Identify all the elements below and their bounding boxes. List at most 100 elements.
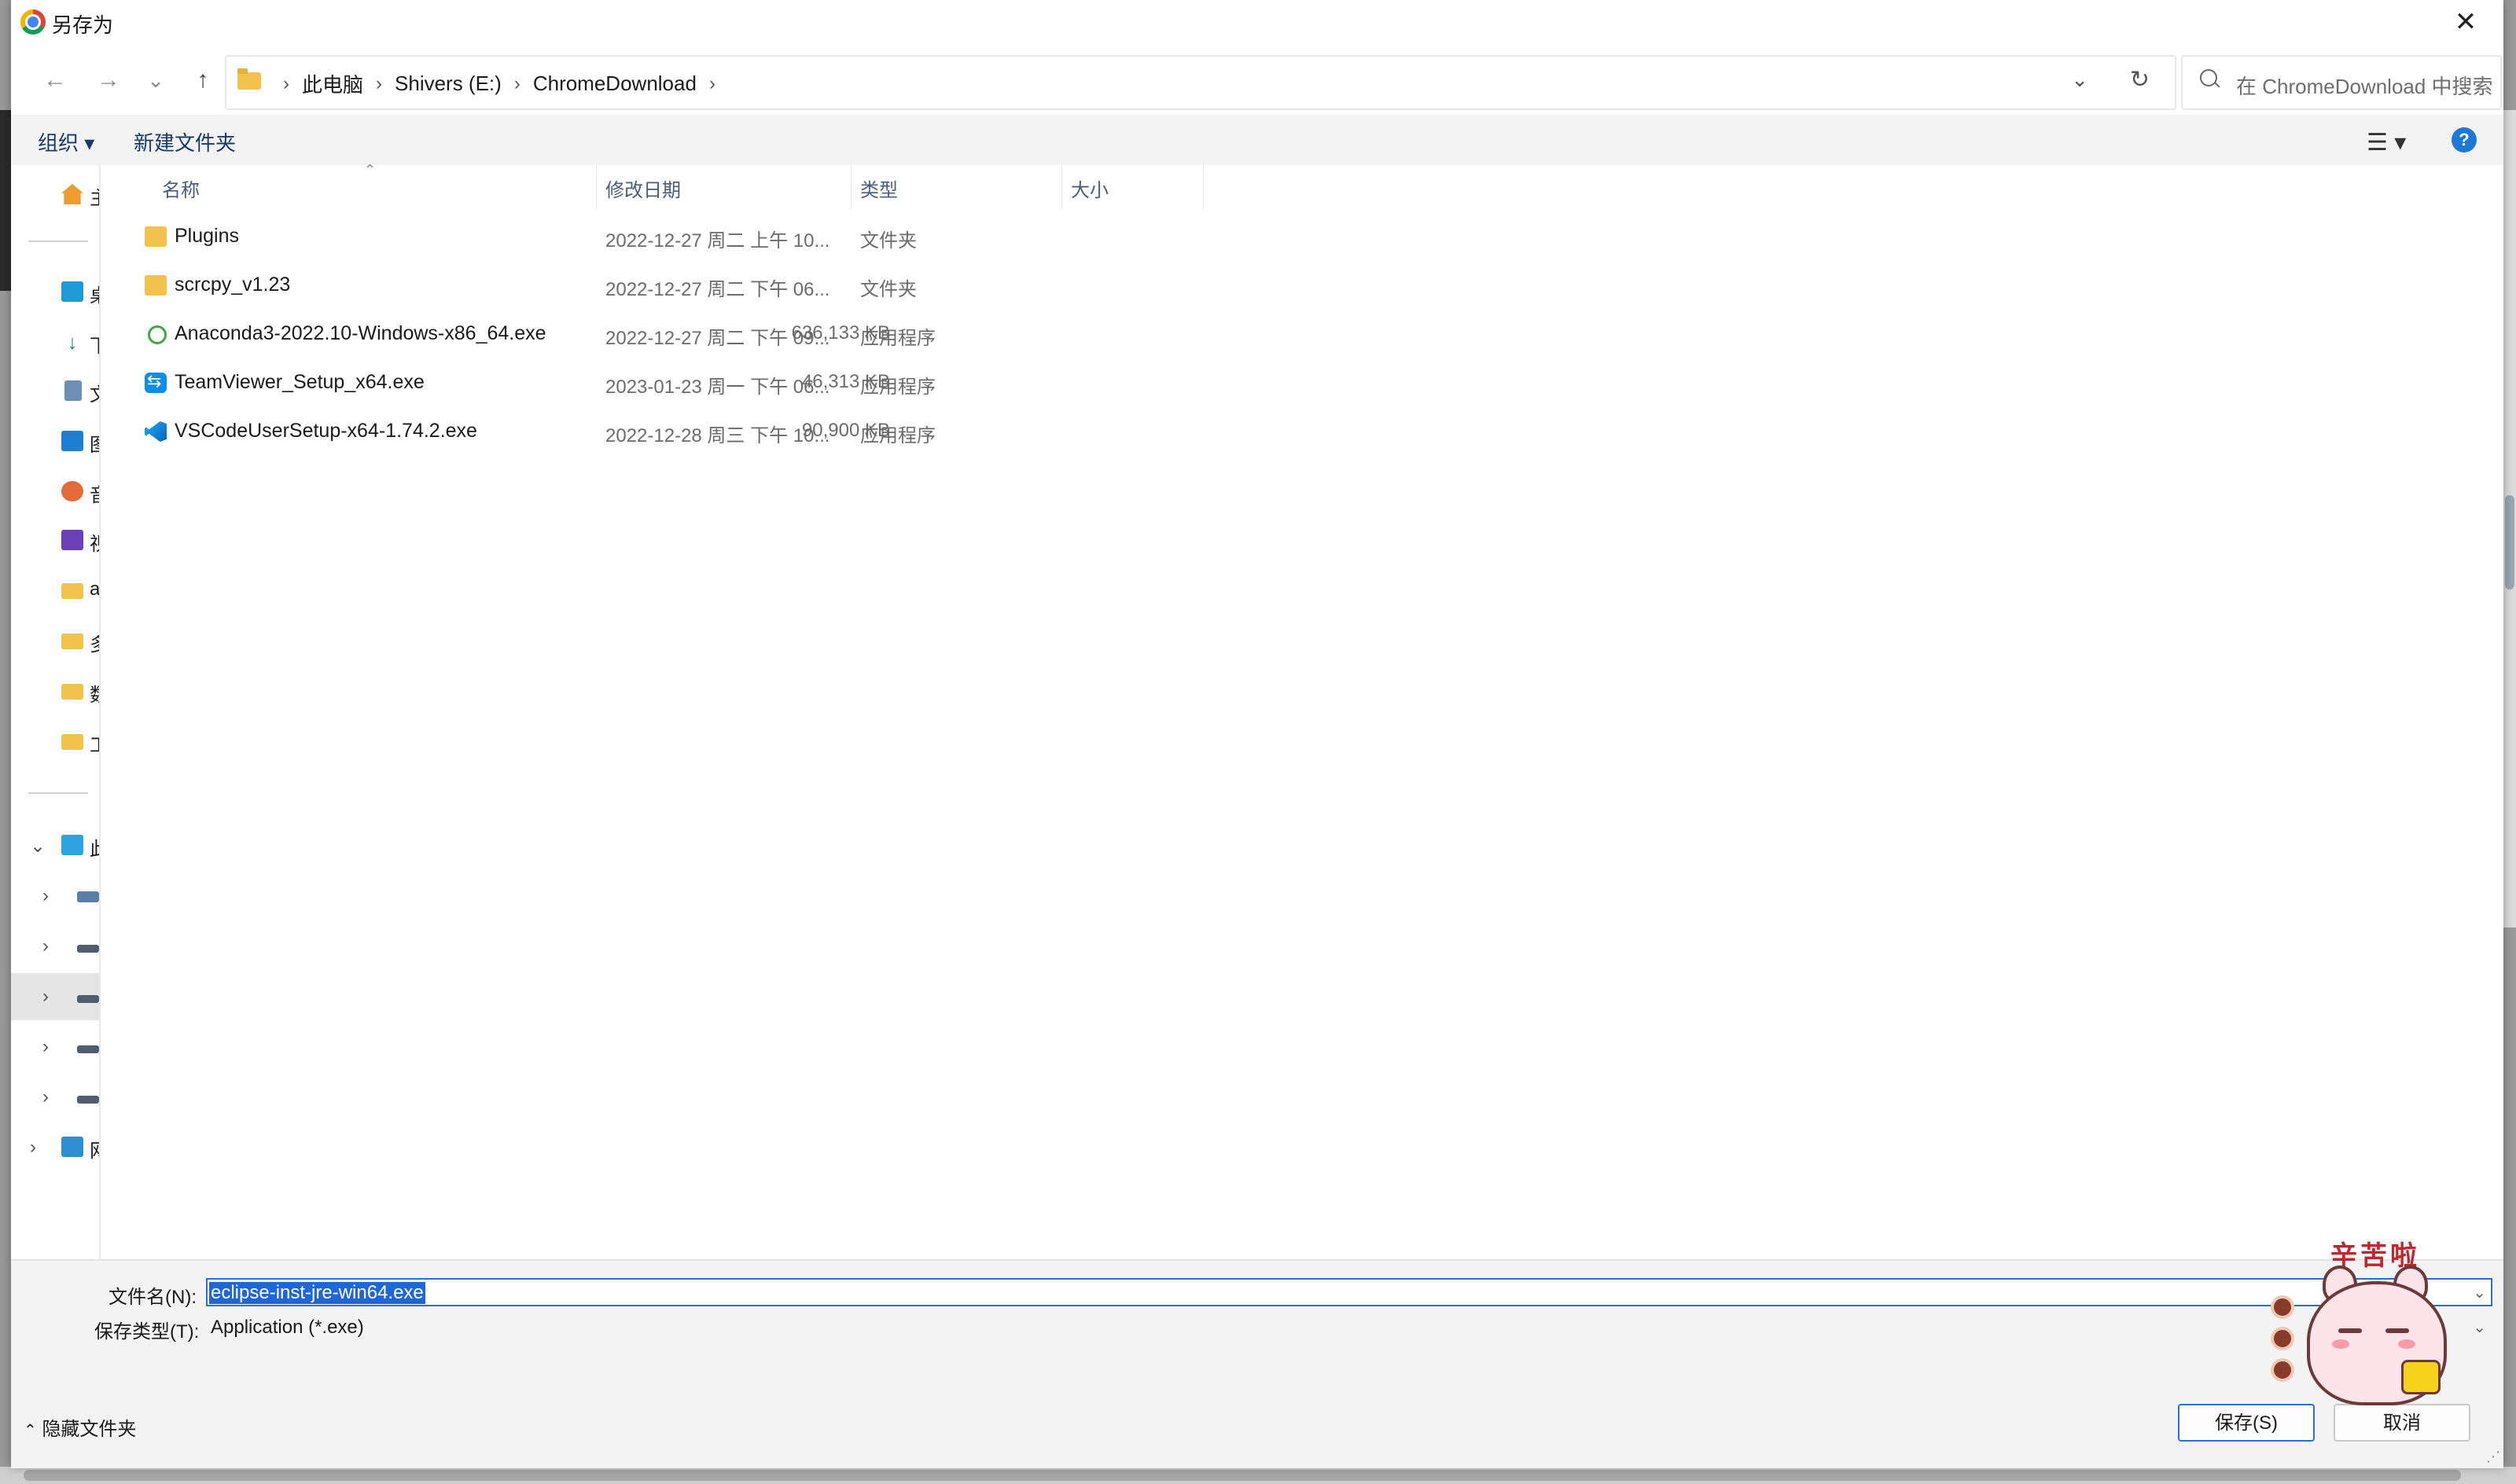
column-divider[interactable] (1203, 165, 1204, 209)
background-scroll-thumb[interactable] (2505, 495, 2514, 590)
up-arrow-icon[interactable]: ↑ (186, 63, 220, 97)
chevron-down-icon[interactable]: ⌄ (2473, 1317, 2486, 1337)
nav-item-videos[interactable]: 视 (11, 517, 99, 564)
hide-folders-label: 隐藏文件夹 (42, 1419, 137, 1440)
nav-item-drive-2[interactable]: › (11, 923, 99, 970)
file-name: scrcpy_v1.23 (175, 274, 291, 296)
search-placeholder[interactable]: 在 ChromeDownload 中搜索 (2236, 71, 2493, 100)
column-divider[interactable] (1061, 165, 1062, 209)
filename-value[interactable]: eclipse-inst-jre-win64.exe (209, 1282, 425, 1304)
file-row[interactable]: scrcpy_v1.23 2022-12-27 周二 下午 06... 文件夹 (101, 263, 1201, 308)
nav-item-this-pc[interactable]: ⌄ 此 (11, 822, 99, 869)
nav-item-drive-3[interactable]: › (11, 973, 99, 1020)
nav-item-downloads[interactable]: ↓ 下 (11, 319, 100, 366)
back-arrow-icon[interactable]: ← (38, 63, 72, 97)
column-divider[interactable] (851, 165, 852, 209)
column-header-size[interactable]: 大小 (1071, 174, 1109, 202)
breadcrumb-separator[interactable]: › (376, 73, 382, 95)
nav-item-pictures[interactable]: 图 (11, 418, 99, 465)
nav-item-home[interactable]: 主 (11, 171, 99, 219)
folder-icon (237, 68, 261, 90)
close-button[interactable]: ✕ (2428, 0, 2503, 46)
chevron-down-icon[interactable]: ⌄ (2473, 1283, 2486, 1302)
vscode-icon (145, 421, 167, 442)
bunny-bag (2401, 1360, 2441, 1394)
navigation-pane: 主 桌 ↓ 下 文 图 音 视 a (11, 165, 101, 1259)
nav-item-folder-4[interactable]: 工 (11, 718, 99, 766)
file-size: 46,313 KB (801, 371, 890, 392)
breadcrumb-separator[interactable]: › (283, 73, 289, 95)
breadcrumb-separator[interactable]: › (514, 73, 520, 95)
nav-divider (28, 241, 88, 242)
nav-item-documents[interactable]: 文 (11, 368, 99, 415)
file-size: 636,133 KB (791, 322, 890, 343)
nav-item-drive-4[interactable]: › (11, 1023, 99, 1071)
breadcrumb-drive[interactable]: Shivers (E:) (395, 72, 502, 96)
file-type: 文件夹 (860, 230, 917, 252)
search-box[interactable]: 在 ChromeDownload 中搜索 (2181, 55, 2502, 110)
file-row[interactable]: Anaconda3-2022.10-Windows-x86_64.exe 202… (101, 311, 1201, 357)
save-as-dialog: 另存为 ✕ ← → ⌄ ↑ › 此电脑 › Shivers (E:) › Chr… (11, 0, 2503, 1468)
file-date: 2022-12-28 周三 下午 10... (605, 425, 830, 446)
nav-item-network[interactable]: › 网 (11, 1124, 99, 1171)
nav-item-folder-2[interactable]: 多 (11, 618, 99, 665)
refresh-icon[interactable]: ↻ (2130, 66, 2150, 94)
column-header-name[interactable]: 名称 (162, 174, 200, 202)
organize-menu[interactable]: 组织 ▾ (38, 127, 94, 156)
folder-icon (145, 275, 167, 296)
column-header-row: ⌃ 名称 修改日期 类型 大小 (101, 162, 1204, 212)
breadcrumb-chromedownload[interactable]: ChromeDownload (533, 72, 697, 96)
desktop-icon (61, 281, 83, 302)
forward-arrow-icon[interactable]: → (91, 63, 126, 97)
file-row[interactable]: VSCodeUserSetup-x64-1.74.2.exe 2022-12-2… (101, 409, 1201, 454)
chevron-right-icon[interactable]: › (42, 935, 49, 957)
file-date: 2023-01-23 周一 下午 06... (605, 377, 830, 398)
file-row[interactable]: Plugins 2022-12-27 周二 上午 10... 文件夹 (101, 214, 1201, 259)
breadcrumb: › 此电脑 › Shivers (E:) › ChromeDownload › (270, 69, 728, 98)
background-scrollbar[interactable] (2503, 110, 2516, 928)
nav-label: 图 (90, 429, 99, 457)
file-row[interactable]: TeamViewer_Setup_x64.exe 2023-01-23 周一 下… (101, 360, 1201, 406)
music-icon (61, 481, 83, 501)
chevron-right-icon[interactable]: › (42, 1086, 49, 1108)
nav-label: 文 (90, 379, 99, 406)
command-bar: 组织 ▾ 新建文件夹 ☰ ▾ ? (11, 115, 2503, 165)
hide-folders-toggle[interactable]: ⌃ 隐藏文件夹 (24, 1413, 136, 1441)
recent-locations-chevron-icon[interactable]: ⌄ (138, 63, 173, 97)
background-horizontal-scrollbar[interactable] (0, 1467, 2516, 1484)
breadcrumb-separator[interactable]: › (709, 73, 715, 95)
nav-item-desktop[interactable]: 桌 (11, 269, 99, 316)
this-pc-icon (61, 835, 83, 855)
address-dropdown-icon[interactable]: ⌄ (2071, 68, 2088, 92)
chevron-right-icon[interactable]: › (42, 885, 49, 907)
window-title: 另存为 (52, 13, 114, 37)
nav-item-drive-5[interactable]: › (11, 1074, 99, 1121)
nav-item-drive-1[interactable]: › (11, 872, 99, 920)
nav-label: 音 (90, 479, 99, 507)
new-folder-button[interactable]: 新建文件夹 (134, 127, 236, 156)
chevron-right-icon[interactable]: › (30, 1137, 36, 1159)
breadcrumb-this-pc[interactable]: 此电脑 (302, 69, 363, 98)
filetype-value[interactable]: Application (*.exe) (209, 1317, 366, 1339)
help-icon[interactable]: ? (2452, 127, 2477, 152)
address-bar[interactable]: › 此电脑 › Shivers (E:) › ChromeDownload › … (225, 55, 2176, 110)
column-divider[interactable] (596, 165, 597, 209)
column-header-date[interactable]: 修改日期 (605, 174, 681, 202)
column-header-type[interactable]: 类型 (860, 174, 898, 202)
nav-item-music[interactable]: 音 (11, 468, 99, 516)
filetype-select[interactable]: Application (*.exe) ⌄ (206, 1313, 2492, 1341)
file-name: TeamViewer_Setup_x64.exe (175, 371, 425, 393)
view-options-icon[interactable]: ☰ ▾ (2367, 129, 2406, 156)
nav-item-folder-3[interactable]: 数 (11, 668, 99, 715)
chevron-down-icon[interactable]: ⌄ (30, 835, 46, 858)
resize-grip-icon[interactable]: ⋰ (2486, 1449, 2500, 1465)
nav-item-folder-a[interactable]: a (11, 568, 99, 615)
folder-icon (61, 634, 83, 649)
chevron-right-icon[interactable]: › (42, 1036, 49, 1058)
nav-label: 此 (90, 833, 99, 861)
pictures-icon (61, 431, 83, 451)
filename-input[interactable]: eclipse-inst-jre-win64.exe ⌄ (206, 1278, 2492, 1306)
background-hscroll-thumb[interactable] (24, 1470, 2461, 1481)
chevron-right-icon[interactable]: › (42, 986, 49, 1008)
drive-icon (77, 1096, 99, 1104)
